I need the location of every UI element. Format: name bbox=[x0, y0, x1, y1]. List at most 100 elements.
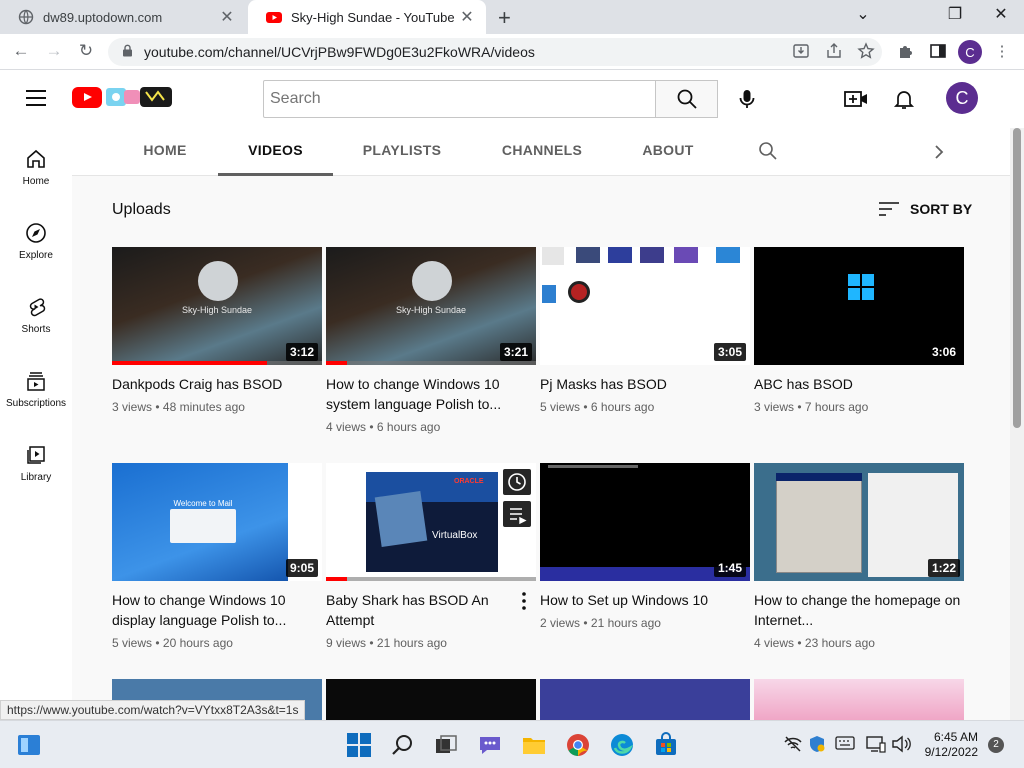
video-title[interactable]: How to change Windows 10 system language… bbox=[326, 374, 536, 414]
back-arrow-icon[interactable]: ← bbox=[10, 41, 32, 61]
task-view-icon[interactable] bbox=[433, 732, 459, 758]
side-panel-icon[interactable] bbox=[928, 42, 948, 62]
network-offline-icon[interactable] bbox=[784, 736, 802, 752]
extensions-puzzle-icon[interactable] bbox=[896, 42, 916, 62]
youtube-logo[interactable] bbox=[72, 87, 102, 108]
sort-icon bbox=[879, 202, 899, 216]
video-thumbnail[interactable]: 3:06 bbox=[754, 247, 964, 365]
video-thumbnail[interactable]: 1:22 bbox=[754, 463, 964, 581]
tab-about[interactable]: ABOUT bbox=[638, 128, 698, 176]
video-meta: 4 views • 6 hours ago bbox=[326, 420, 441, 434]
chrome-icon[interactable] bbox=[565, 732, 591, 758]
virtualbox-cube-icon bbox=[374, 491, 428, 547]
channel-search-icon[interactable] bbox=[758, 141, 778, 161]
video-thumbnail[interactable]: 1:45 bbox=[540, 463, 750, 581]
notifications-bell-icon[interactable] bbox=[891, 86, 917, 112]
add-to-queue-icon[interactable] bbox=[503, 501, 531, 527]
tab-playlists[interactable]: PLAYLISTS bbox=[357, 128, 447, 176]
video-thumbnail[interactable]: VirtualBox ORACLE bbox=[326, 463, 536, 581]
app-shortcut-icon bbox=[568, 281, 590, 303]
windows-start-icon[interactable] bbox=[346, 732, 372, 758]
guide-item-subscriptions[interactable]: Subscriptions bbox=[0, 370, 72, 409]
more-actions-icon[interactable] bbox=[516, 591, 532, 611]
create-video-icon[interactable] bbox=[843, 86, 869, 112]
reload-icon[interactable]: ↻ bbox=[75, 41, 97, 61]
tab-channels[interactable]: CHANNELS bbox=[496, 128, 588, 176]
new-tab-button[interactable]: + bbox=[498, 5, 511, 31]
tab-videos[interactable]: VIDEOS bbox=[218, 128, 333, 176]
share-icon[interactable] bbox=[824, 42, 844, 62]
guide-item-explore[interactable]: Explore bbox=[0, 222, 72, 261]
compass-icon bbox=[26, 223, 46, 243]
watch-later-icon[interactable] bbox=[503, 469, 531, 495]
tab-search-icon[interactable]: ⌄ bbox=[840, 4, 886, 24]
microsoft-store-icon[interactable] bbox=[653, 732, 679, 758]
security-shield-icon[interactable] bbox=[808, 735, 826, 753]
close-window-icon[interactable]: ✕ bbox=[978, 4, 1024, 24]
browser-tab-youtube[interactable]: Sky-High Sundae - YouTube ✕ bbox=[248, 0, 486, 34]
video-card[interactable]: 3:05 Pj Masks has BSOD 5 views • 6 hours… bbox=[540, 247, 750, 414]
bookmark-star-icon[interactable] bbox=[856, 42, 876, 62]
video-card[interactable]: 3:06 ABC has BSOD 3 views • 7 hours ago bbox=[754, 247, 964, 414]
lock-icon bbox=[122, 44, 134, 60]
browser-tab-uptodown[interactable]: dw89.uptodown.com ✕ bbox=[0, 0, 246, 34]
browser-profile-avatar[interactable]: C bbox=[958, 40, 982, 64]
section-title: Uploads bbox=[112, 201, 171, 218]
taskbar-search-icon[interactable] bbox=[390, 732, 416, 758]
video-title[interactable]: Pj Masks has BSOD bbox=[540, 374, 750, 394]
keyboard-icon[interactable] bbox=[835, 736, 855, 750]
library-icon bbox=[27, 446, 45, 464]
video-title[interactable]: Baby Shark has BSOD An Attempt bbox=[326, 590, 511, 630]
sort-by-button[interactable]: SORT BY bbox=[878, 200, 972, 218]
video-title[interactable]: How to change the homepage on Internet..… bbox=[754, 590, 964, 630]
restore-window-icon[interactable]: ❐ bbox=[932, 4, 978, 24]
notification-badge[interactable]: 2 bbox=[988, 737, 1004, 753]
teams-chat-icon[interactable] bbox=[477, 732, 503, 758]
video-card[interactable]: 1:22 How to change the homepage on Inter… bbox=[754, 463, 964, 650]
close-tab-icon[interactable]: ✕ bbox=[218, 7, 236, 27]
video-card[interactable]: Sky-High Sundae 3:21 How to change Windo… bbox=[326, 247, 536, 434]
page-scrollbar[interactable] bbox=[1010, 128, 1024, 720]
file-explorer-icon[interactable] bbox=[521, 732, 547, 758]
video-thumbnail[interactable] bbox=[540, 679, 750, 720]
edge-icon[interactable] bbox=[609, 732, 635, 758]
scrollbar-thumb[interactable] bbox=[1013, 128, 1021, 428]
video-meta: 5 views • 6 hours ago bbox=[540, 400, 655, 414]
youtube-doodle-logo[interactable] bbox=[104, 84, 174, 110]
video-card[interactable]: Welcome to Mail 9:05 How to change Windo… bbox=[112, 463, 322, 650]
browser-menu-icon[interactable]: ⋮ bbox=[992, 42, 1012, 62]
video-thumbnail[interactable]: 3:05 bbox=[540, 247, 750, 365]
video-title[interactable]: How to change Windows 10 display languag… bbox=[112, 590, 322, 630]
video-card[interactable]: VirtualBox ORACLE Baby Shark has BSOD An… bbox=[326, 463, 536, 650]
hamburger-menu-icon[interactable] bbox=[26, 90, 46, 106]
search-input[interactable]: Search bbox=[263, 80, 656, 118]
video-title[interactable]: How to Set up Windows 10 bbox=[540, 590, 750, 610]
forward-arrow-icon[interactable]: → bbox=[43, 41, 65, 61]
guide-item-shorts[interactable]: Shorts bbox=[0, 296, 72, 335]
video-thumbnail[interactable]: Sky-High Sundae 3:12 bbox=[112, 247, 322, 365]
install-app-icon[interactable] bbox=[791, 42, 811, 62]
video-card[interactable]: Sky-High Sundae 3:12 Dankpods Craig has … bbox=[112, 247, 322, 414]
video-thumbnail[interactable] bbox=[326, 679, 536, 720]
search-button[interactable] bbox=[655, 80, 718, 118]
video-meta: 2 views • 21 hours ago bbox=[540, 616, 661, 630]
video-thumbnail[interactable]: Welcome to Mail 9:05 bbox=[112, 463, 322, 581]
display-icon[interactable] bbox=[866, 735, 886, 753]
file-icon bbox=[608, 247, 632, 263]
guide-item-library[interactable]: Library bbox=[0, 444, 72, 483]
address-bar[interactable]: youtube.com/channel/UCVrjPBw9FWDg0E3u2Fk… bbox=[108, 38, 882, 66]
volume-icon[interactable] bbox=[891, 735, 911, 753]
video-thumbnail[interactable]: Sky-High Sundae 3:21 bbox=[326, 247, 536, 365]
video-title[interactable]: ABC has BSOD bbox=[754, 374, 964, 394]
video-card[interactable]: 1:45 How to Set up Windows 10 2 views • … bbox=[540, 463, 750, 630]
video-thumbnail[interactable] bbox=[754, 679, 964, 720]
chevron-right-icon[interactable] bbox=[932, 142, 946, 162]
system-clock[interactable]: 6:45 AM 9/12/2022 bbox=[918, 730, 978, 760]
close-tab-icon[interactable]: ✕ bbox=[458, 7, 476, 27]
video-title[interactable]: Dankpods Craig has BSOD bbox=[112, 374, 322, 394]
tab-home[interactable]: HOME bbox=[130, 128, 200, 176]
account-avatar[interactable]: C bbox=[946, 82, 978, 114]
widgets-icon[interactable] bbox=[16, 732, 42, 758]
guide-item-home[interactable]: Home bbox=[0, 148, 72, 187]
microphone-icon[interactable] bbox=[735, 87, 759, 111]
